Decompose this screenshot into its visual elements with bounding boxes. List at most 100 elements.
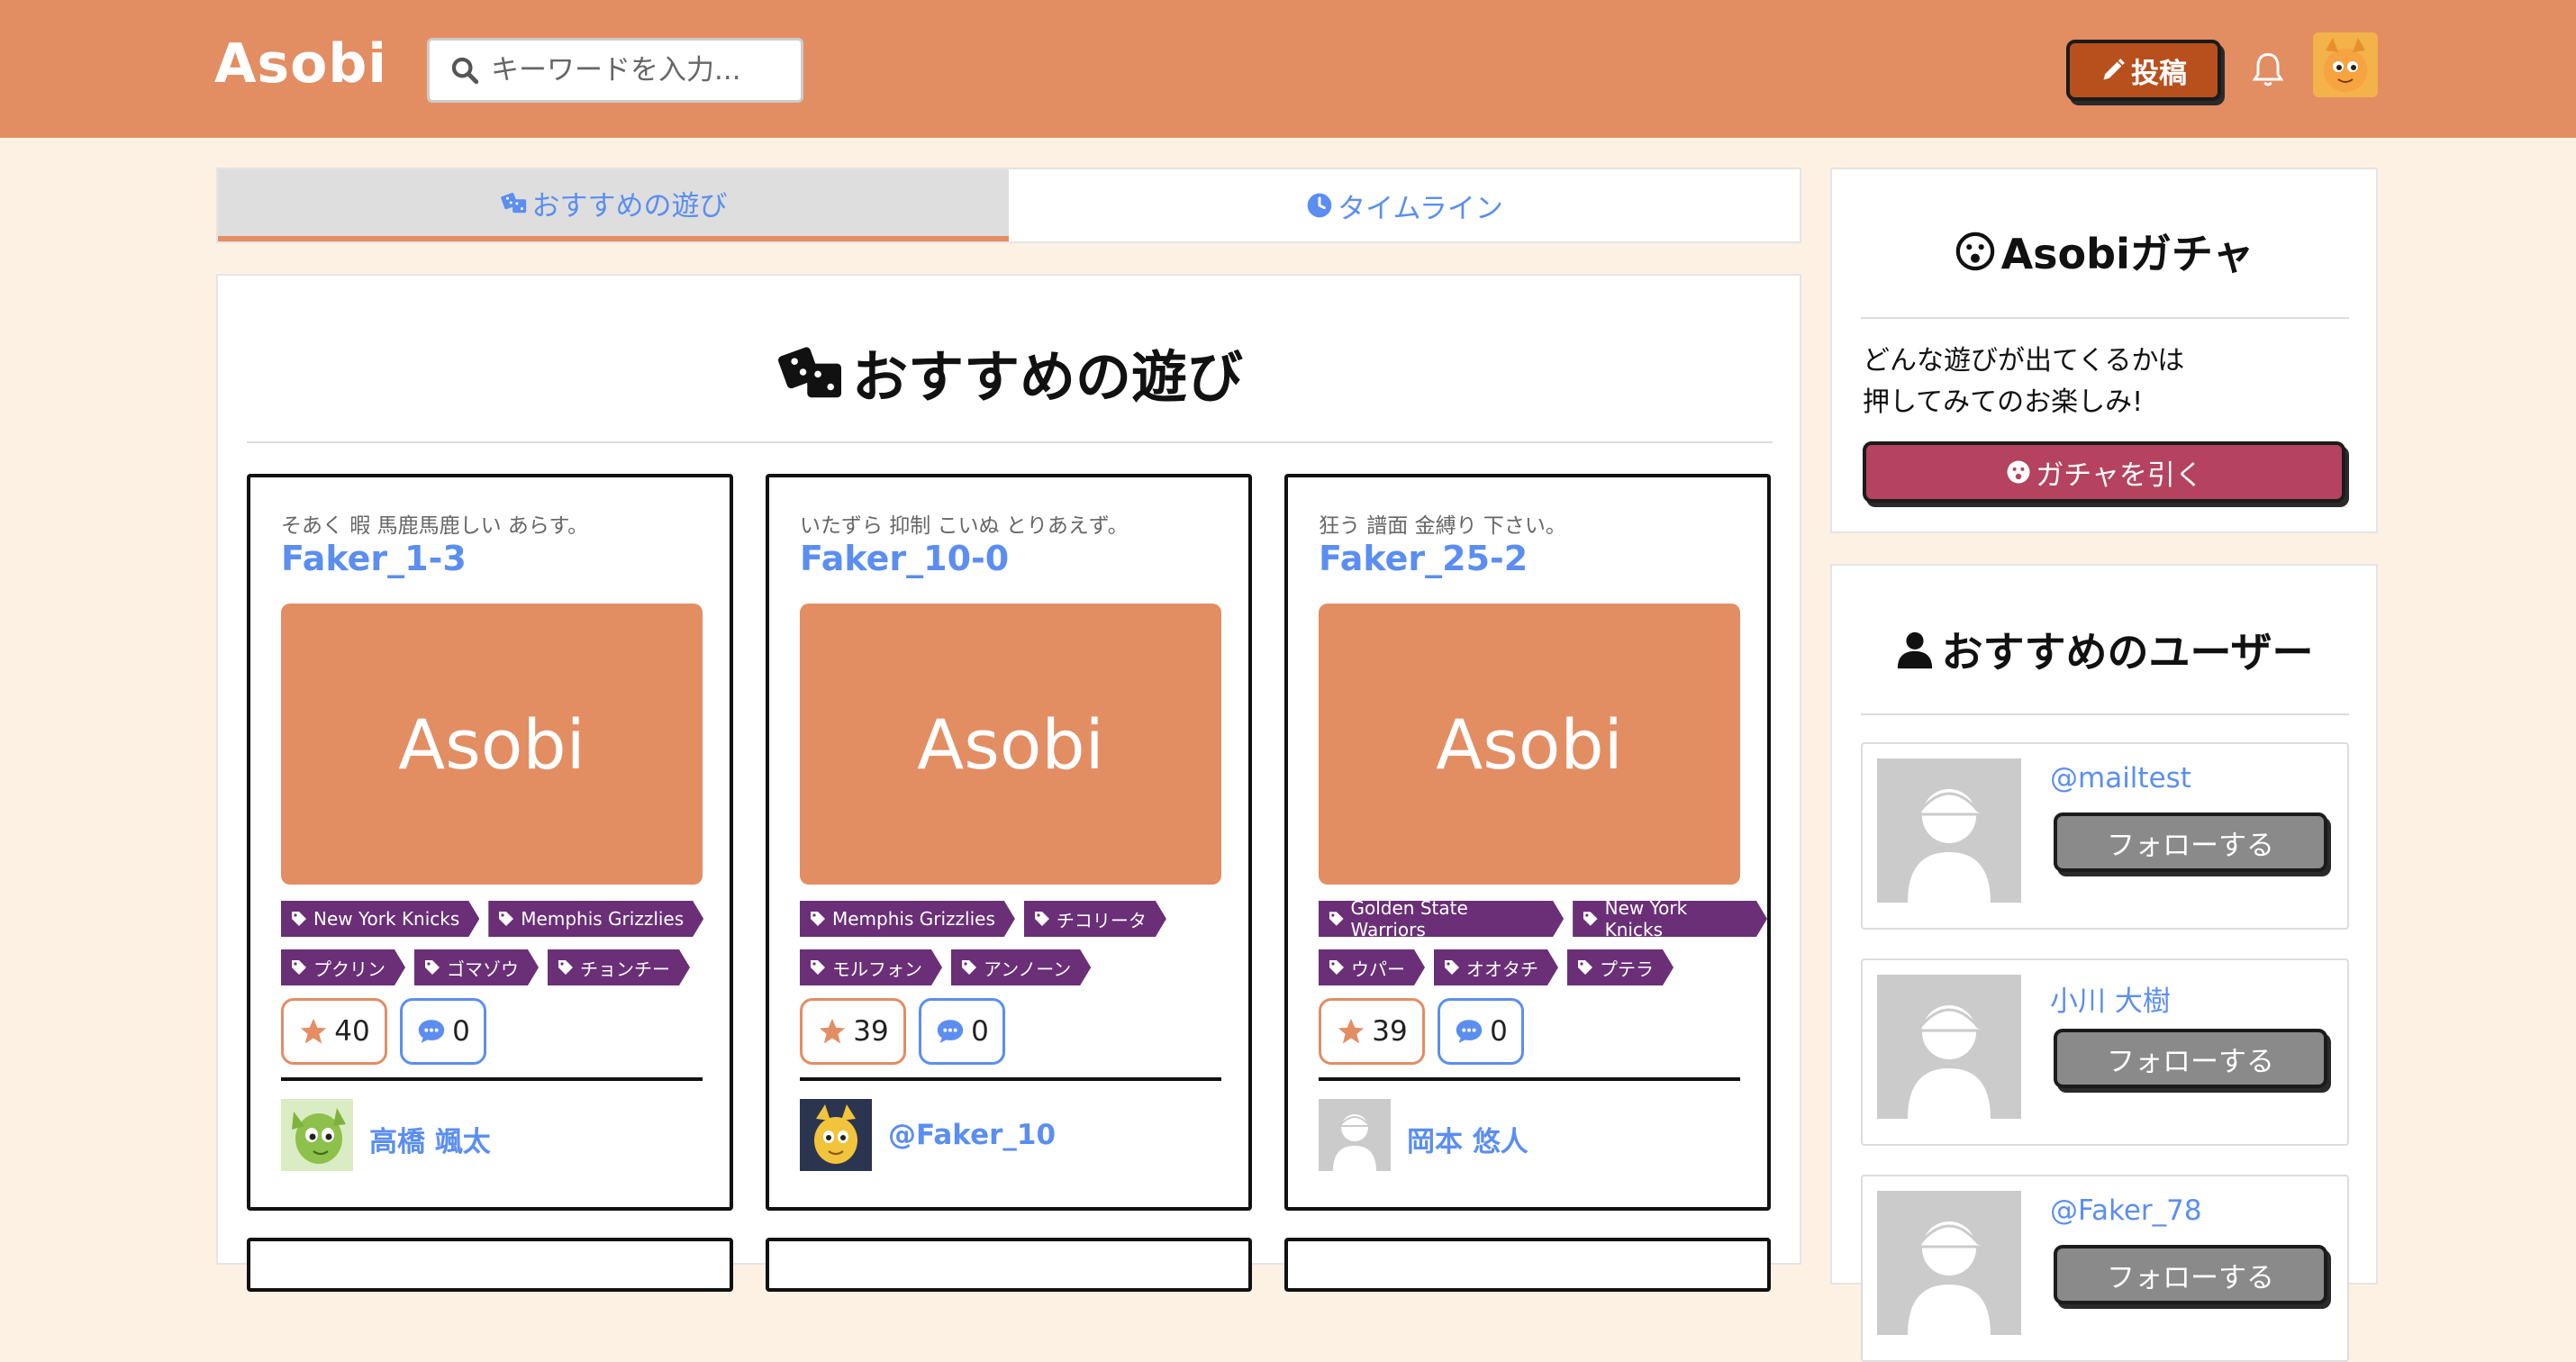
tag-label: オオタチ (1466, 958, 1538, 980)
tag[interactable]: New York Knicks (1573, 901, 1767, 937)
tag[interactable]: ゴマゾウ (414, 949, 539, 985)
tag[interactable]: プテラ (1567, 949, 1673, 985)
draw-gacha-button[interactable]: ガチャを引く (1863, 441, 2345, 503)
tag-icon (1582, 910, 1600, 928)
user-avatar[interactable] (1877, 1191, 2021, 1335)
user-card[interactable]: @Faker_78 フォローする (1861, 1175, 2349, 1362)
divider (1861, 317, 2349, 319)
divider (281, 1077, 703, 1081)
recommended-users-panel: おすすめのユーザー @mailtest フォローする 小川 大樹 フォローする (1830, 564, 2378, 1362)
card-thumbnail[interactable]: Asobi (800, 604, 1221, 885)
tag-label: プクリン (313, 958, 385, 980)
comment-button[interactable]: 0 (919, 998, 1005, 1065)
author-name[interactable]: @Faker_10 (888, 1119, 1056, 1151)
avatar-image (281, 1099, 353, 1171)
author-avatar[interactable] (1319, 1099, 1391, 1171)
tag[interactable]: New York Knicks (281, 901, 479, 937)
avatar-image (800, 1099, 872, 1171)
user-name[interactable]: @mailtest (2050, 762, 2191, 794)
tag-list: Golden State Warriors New York Knicks (1319, 901, 1767, 937)
tab-recommended[interactable]: おすすめの遊び (218, 169, 1009, 241)
comment-button[interactable]: 0 (400, 998, 486, 1065)
tag[interactable]: プクリン (281, 949, 405, 985)
card-title[interactable]: Faker_1-3 (281, 539, 467, 578)
author-avatar[interactable] (281, 1099, 353, 1171)
clock-icon (1307, 193, 1332, 218)
tag[interactable]: モルフォン (800, 949, 942, 985)
star-button[interactable]: 39 (1319, 998, 1425, 1065)
tag-icon (809, 958, 827, 976)
search-box[interactable] (427, 38, 803, 103)
asobi-card[interactable]: そあく 暇 馬鹿馬鹿しい あらす。 Faker_1-3 Asobi New Yo… (247, 474, 733, 1211)
star-button[interactable]: 40 (281, 998, 387, 1065)
tag[interactable]: アンノーン (951, 949, 1091, 985)
author-avatar[interactable] (800, 1099, 872, 1171)
post-button[interactable]: 投稿 (2066, 40, 2221, 101)
user-avatar[interactable] (2313, 32, 2378, 97)
author-name[interactable]: 岡本 悠人 (1407, 1119, 1528, 1159)
tag[interactable]: Memphis Grizzlies (800, 901, 1015, 937)
recommended-panel: おすすめの遊び そあく 暇 馬鹿馬鹿しい あらす。 Faker_1-3 Asob… (216, 274, 1801, 1292)
tag[interactable]: Memphis Grizzlies (488, 901, 703, 937)
tag-label: Golden State Warriors (1350, 897, 1468, 940)
tag-label: ウパー (1351, 958, 1405, 980)
star-button[interactable]: 39 (800, 998, 906, 1065)
asobi-card[interactable] (247, 1238, 733, 1292)
tag[interactable]: Golden State Warriors (1319, 901, 1564, 937)
logo[interactable]: Asobi (214, 32, 387, 95)
tag[interactable]: オオタチ (1434, 949, 1558, 985)
follow-button[interactable]: フォローする (2054, 1245, 2327, 1304)
asobi-card[interactable] (766, 1238, 1252, 1292)
tag-icon (1443, 958, 1461, 976)
tag[interactable]: チコリータ (1024, 901, 1166, 937)
gacha-title: Asobiガチャ (1832, 222, 2376, 281)
section-title-label: おすすめの遊び (851, 344, 1243, 410)
default-avatar-icon (1319, 1099, 1391, 1171)
user-card[interactable]: 小川 大樹 フォローする (1861, 958, 2349, 1146)
tag[interactable]: チョンチー (548, 949, 690, 985)
comment-count: 0 (1490, 1015, 1508, 1048)
asobi-card[interactable]: いたずら 抑制 こいぬ とりあえず。 Faker_10-0 Asobi Memp… (766, 474, 1252, 1211)
tag-list: ウパー オオタチ プテラ (1319, 949, 1673, 985)
card-description: いたずら 抑制 こいぬ とりあえず。 (800, 514, 1129, 538)
divider (800, 1077, 1221, 1081)
bell-icon[interactable] (2248, 49, 2288, 90)
card-title[interactable]: Faker_10-0 (800, 539, 1009, 578)
tag[interactable]: ウパー (1319, 949, 1425, 985)
follow-button[interactable]: フォローする (2054, 813, 2327, 872)
card-thumbnail[interactable]: Asobi (1319, 604, 1740, 885)
tag-label: アンノーン (984, 958, 1072, 980)
tab-timeline[interactable]: タイムライン (1009, 169, 1800, 241)
author-name[interactable]: 高橋 颯太 (369, 1119, 491, 1159)
user-avatar[interactable] (1877, 975, 2021, 1119)
card-title[interactable]: Faker_25-2 (1319, 539, 1528, 578)
tag-icon (809, 910, 827, 928)
user-avatar[interactable] (1877, 758, 2021, 903)
tag-icon (423, 958, 441, 976)
comment-icon (418, 1020, 445, 1043)
search-input[interactable] (491, 54, 797, 86)
follow-button[interactable]: フォローする (2054, 1029, 2327, 1088)
tag-list: モルフォン アンノーン (800, 949, 1091, 985)
gacha-title-label: Asobiガチャ (2000, 230, 2254, 278)
card-thumbnail[interactable]: Asobi (281, 604, 703, 885)
tag-icon (1328, 958, 1346, 976)
user-name[interactable]: @Faker_78 (2050, 1194, 2202, 1227)
tag-icon (1576, 958, 1594, 976)
comment-button[interactable]: 0 (1438, 998, 1524, 1065)
tag-list: New York Knicks Memphis Grizzlies (281, 901, 703, 937)
user-card[interactable]: @mailtest フォローする (1861, 742, 2349, 930)
search-icon (451, 57, 479, 85)
default-avatar-icon (1877, 758, 2021, 903)
star-count: 39 (1372, 1015, 1408, 1048)
tag-label: モルフォン (832, 958, 922, 980)
user-name[interactable]: 小川 大樹 (2050, 978, 2171, 1019)
asobi-card[interactable] (1284, 1238, 1771, 1292)
asobi-card[interactable]: 狂う 譜面 金縛り 下さい。 Faker_25-2 Asobi Golden S… (1284, 474, 1771, 1211)
comment-icon (1456, 1020, 1483, 1043)
tag-label: ゴマゾウ (447, 958, 519, 980)
top-header: Asobi 投稿 (0, 0, 2576, 138)
tag-label: Memphis Grizzlies (521, 908, 685, 930)
gacha-text-line: 押してみてのお楽しみ! (1863, 386, 2144, 418)
tag-label: Memphis Grizzlies (832, 908, 995, 930)
